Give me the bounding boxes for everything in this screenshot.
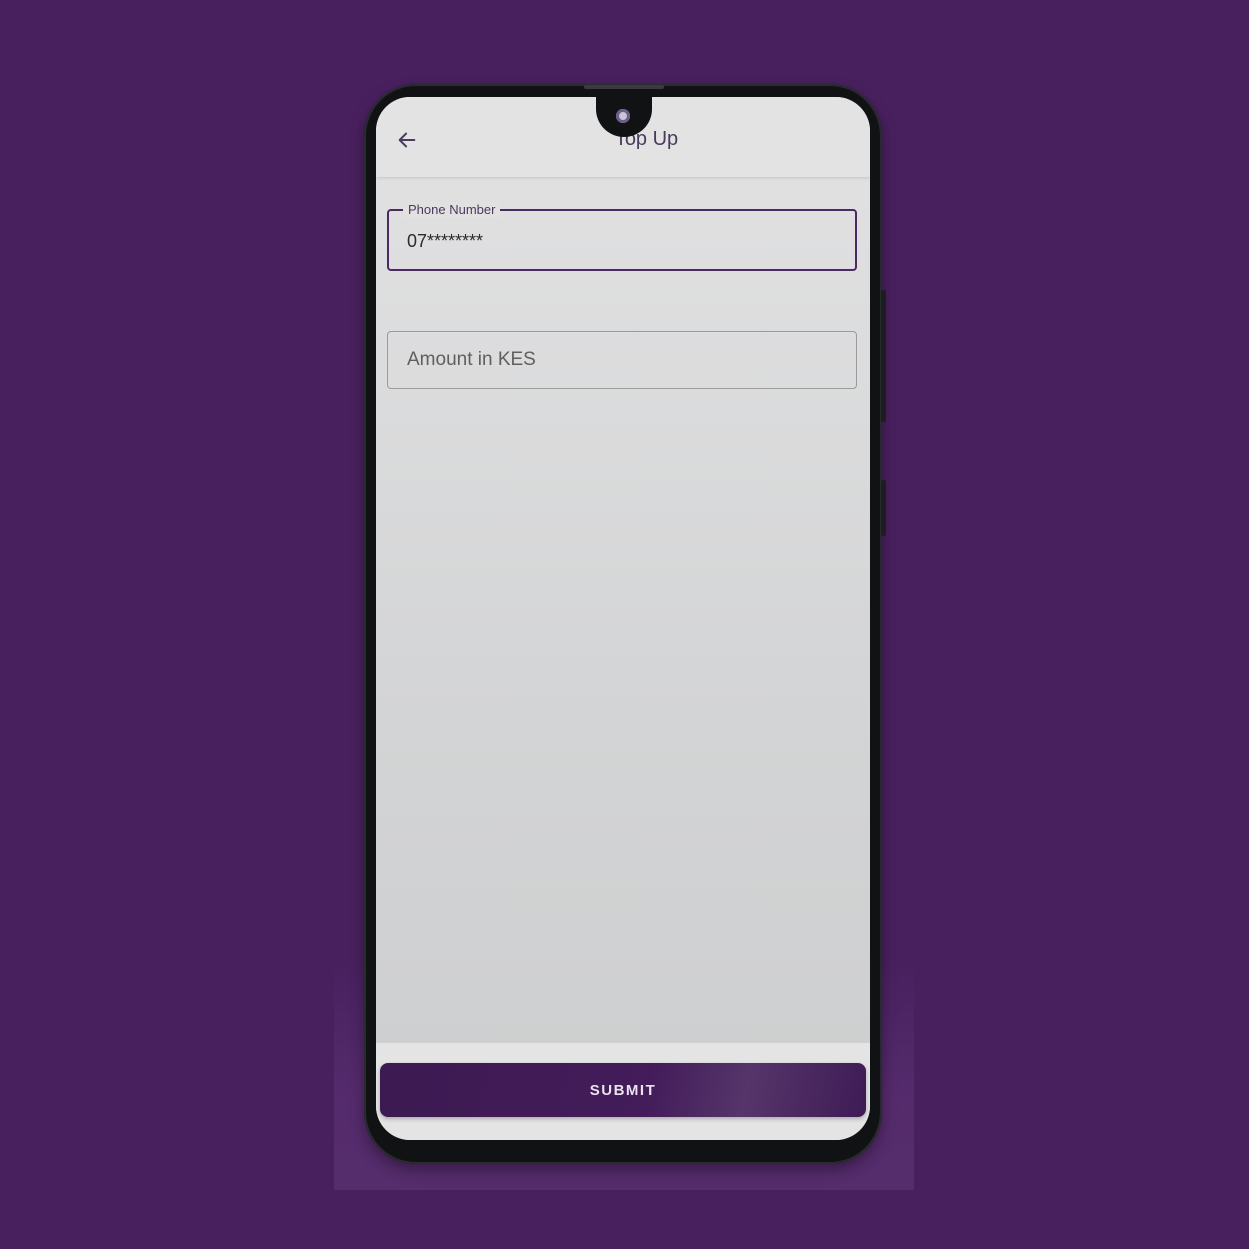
amount-placeholder: Amount in KES (407, 349, 536, 370)
phone-number-label: Phone Number (403, 202, 501, 218)
phone-number-value: 07******** (407, 231, 484, 251)
amount-field[interactable]: Amount in KES (387, 331, 857, 389)
phone-number-field[interactable]: Phone Number 07******** (387, 202, 857, 271)
phone-screen: Top Up Phone Number 07******** Amount in… (376, 97, 870, 1140)
power-button (881, 480, 886, 536)
submit-button[interactable]: SUBMIT (380, 1063, 866, 1117)
earpiece (584, 85, 664, 89)
volume-button (881, 290, 886, 422)
front-camera (616, 109, 630, 123)
